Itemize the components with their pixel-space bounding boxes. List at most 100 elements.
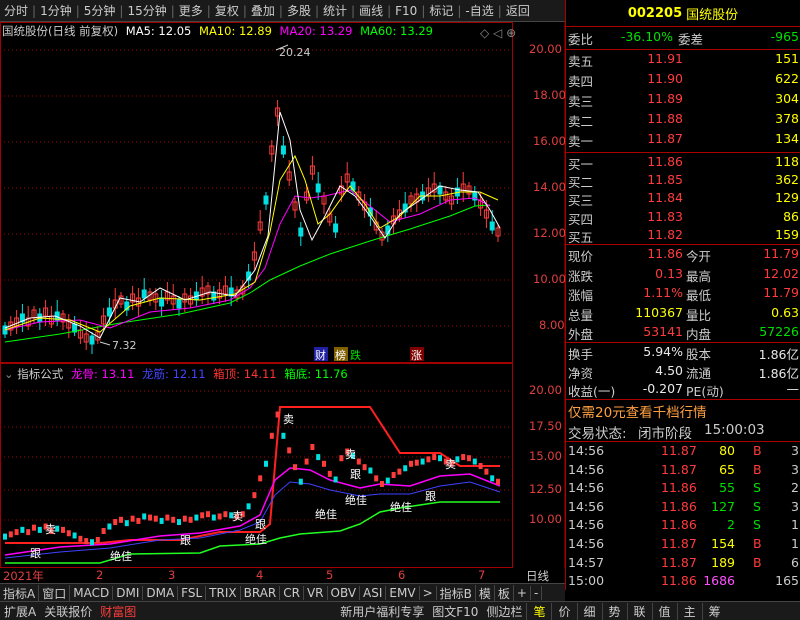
toolbar-item-5min[interactable]: 5分钟 [80,2,120,19]
candle [176,299,182,309]
collapse-icon[interactable]: ⌄ [4,367,14,381]
ma10-label: MA10: 12.89 [199,24,272,38]
toolbar-item-tongji[interactable]: 统计 [319,2,351,19]
side-tab-1[interactable]: 价 [551,602,576,620]
indicator-tab-10[interactable]: OBV [328,586,361,600]
indicator-bar [298,478,303,485]
indicator-tab-13[interactable]: > [420,586,437,600]
indicator-bar [414,459,419,466]
stat-value: 0.63 [771,304,799,320]
toolbar-item-zixuan[interactable]: -自选 [461,2,497,19]
period-label[interactable]: 日线 [526,568,549,584]
indicator-tab-2[interactable]: MACD [70,586,114,600]
sell-price: 11.89 [647,91,683,106]
stock-header: 002205 国统股份 [565,0,800,27]
side-tab-0[interactable]: 笔 [526,602,551,620]
indicator-tab-18[interactable]: - [531,586,543,600]
indicator-tab-11[interactable]: ASI [360,586,387,600]
toolbar-item-1min[interactable]: 1分钟 [36,2,76,19]
indicator-bar [304,458,309,465]
indicator-tab-7[interactable]: BRAR [241,586,281,600]
toolbar-item-15min[interactable]: 15分钟 [123,2,170,19]
stat-row: 总量 110367 量比 0.63 [566,305,800,325]
indicator-title[interactable]: 指标公式 [17,367,63,381]
buy-label: 买五 [568,229,594,245]
footer-f10[interactable]: 图文F10 [428,603,482,620]
indicator-bar [8,531,13,538]
indicator-tab-4[interactable]: DMA [143,586,179,600]
footer-tab-wealth[interactable]: 财富图 [96,603,140,620]
stat-row: 涨跌 0.13 最高 12.02 [566,266,800,286]
indicator-bar [165,514,170,521]
chart-area[interactable]: 20.24 7.32 财 榜 跌 涨 卖 卖 卖 卖 卖 跟 跟 跟 跟 跟 绝… [0,22,566,583]
stat-value: -0.207 [642,381,683,396]
indicator-tab-0[interactable]: 指标A [0,584,40,602]
weicha-label: 委差 [678,32,704,47]
side-tab-5[interactable]: 值 [651,602,677,620]
indicator-bar [66,530,71,537]
footer-sidebar[interactable]: 侧边栏 [482,603,526,620]
indicator-tab-16[interactable]: 板 [495,584,514,602]
indicator-tab-5[interactable]: FSL [178,586,207,600]
indicator-bar [148,514,152,521]
side-tab-2[interactable]: 细 [576,602,602,620]
indicator-tab-14[interactable]: 指标B [437,584,476,602]
indicator-bar [409,460,413,467]
promo-row[interactable]: 仅需20元查看千档行情 [566,401,800,421]
chart-controls[interactable]: ◇ ◁ ⊕ [480,26,516,40]
toolbar-item-fanhui[interactable]: 返回 [502,2,534,19]
indicator-tab-6[interactable]: TRIX [206,586,241,600]
tick-volume: 1686 [703,573,735,589]
toolbar-item-diejia[interactable]: 叠加 [247,2,279,19]
candle [350,181,356,191]
toolbar-item-fuquan[interactable]: 复权 [211,2,243,19]
tick-time: 15:00 [568,573,605,589]
footer-tab-extA[interactable]: 扩展A [0,603,40,620]
indicator-bar [113,519,118,526]
stat-label: 总量 [568,307,594,323]
indicator-bar [182,515,187,522]
side-tab-4[interactable]: 联 [626,602,652,620]
mark-jue-4: 绝佳 [345,493,367,507]
side-tab-6[interactable]: 主 [676,602,702,620]
toolbar-item-more[interactable]: 更多 [175,2,207,19]
footer-ad[interactable]: 新用户福利专享 [336,603,428,620]
tag-bang[interactable]: 榜 [335,348,346,362]
stat-label: 流通 [686,365,712,381]
indicator-tab-17[interactable]: + [514,586,531,600]
sell-label: 卖四 [568,74,594,89]
side-tab-7[interactable]: 筹 [701,602,727,620]
sell-volume: 304 [775,91,799,106]
indicator-tab-1[interactable]: 窗口 [39,584,71,602]
indicator-tab-8[interactable]: CR [280,586,304,600]
tag-die[interactable]: 跌 [350,348,361,362]
candle [263,195,269,205]
tag-zhang[interactable]: 涨 [411,349,422,362]
tag-cai[interactable]: 财 [315,348,326,362]
weicha-value: -965 [770,29,799,44]
indicator-tab-3[interactable]: DMI [113,586,144,600]
sell-price: 11.91 [647,51,683,66]
toolbar-item-f10[interactable]: F10 [391,4,421,18]
tick-count: 6 [791,554,799,570]
buy-price: 11.82 [647,226,683,242]
toolbar-item-biaoji[interactable]: 标记 [425,2,457,19]
toolbar-item-huaxian[interactable]: 画线 [355,2,387,19]
stat-value: 4.50 [655,362,683,378]
ind-y-label: 15.00 [529,449,562,463]
indicator-tab-15[interactable]: 模 [476,584,495,602]
indicator-tab-9[interactable]: VR [304,586,328,600]
date-axis: 2021年 2 3 4 5 6 7 日线 [0,568,565,583]
indicator-bar [467,455,471,462]
stock-name: 国统股份 [686,7,739,23]
footer-tab-related[interactable]: 关联报价 [40,603,96,620]
indicator-bar [153,515,158,522]
kline-svg[interactable]: 20.24 7.32 财 榜 跌 涨 卖 卖 卖 卖 卖 跟 跟 跟 跟 跟 绝… [0,22,565,568]
toolbar-item-fenshi[interactable]: 分时 [0,2,32,19]
stat2-row: 收益(一) -0.207 PE(动) — [566,381,800,401]
side-tab-3[interactable]: 势 [601,602,627,620]
toolbar-item-duogu[interactable]: 多股 [283,2,315,19]
stat-label: 量比 [686,307,712,323]
indicator-tab-12[interactable]: EMV [386,586,420,600]
indicator-bar [14,529,19,536]
